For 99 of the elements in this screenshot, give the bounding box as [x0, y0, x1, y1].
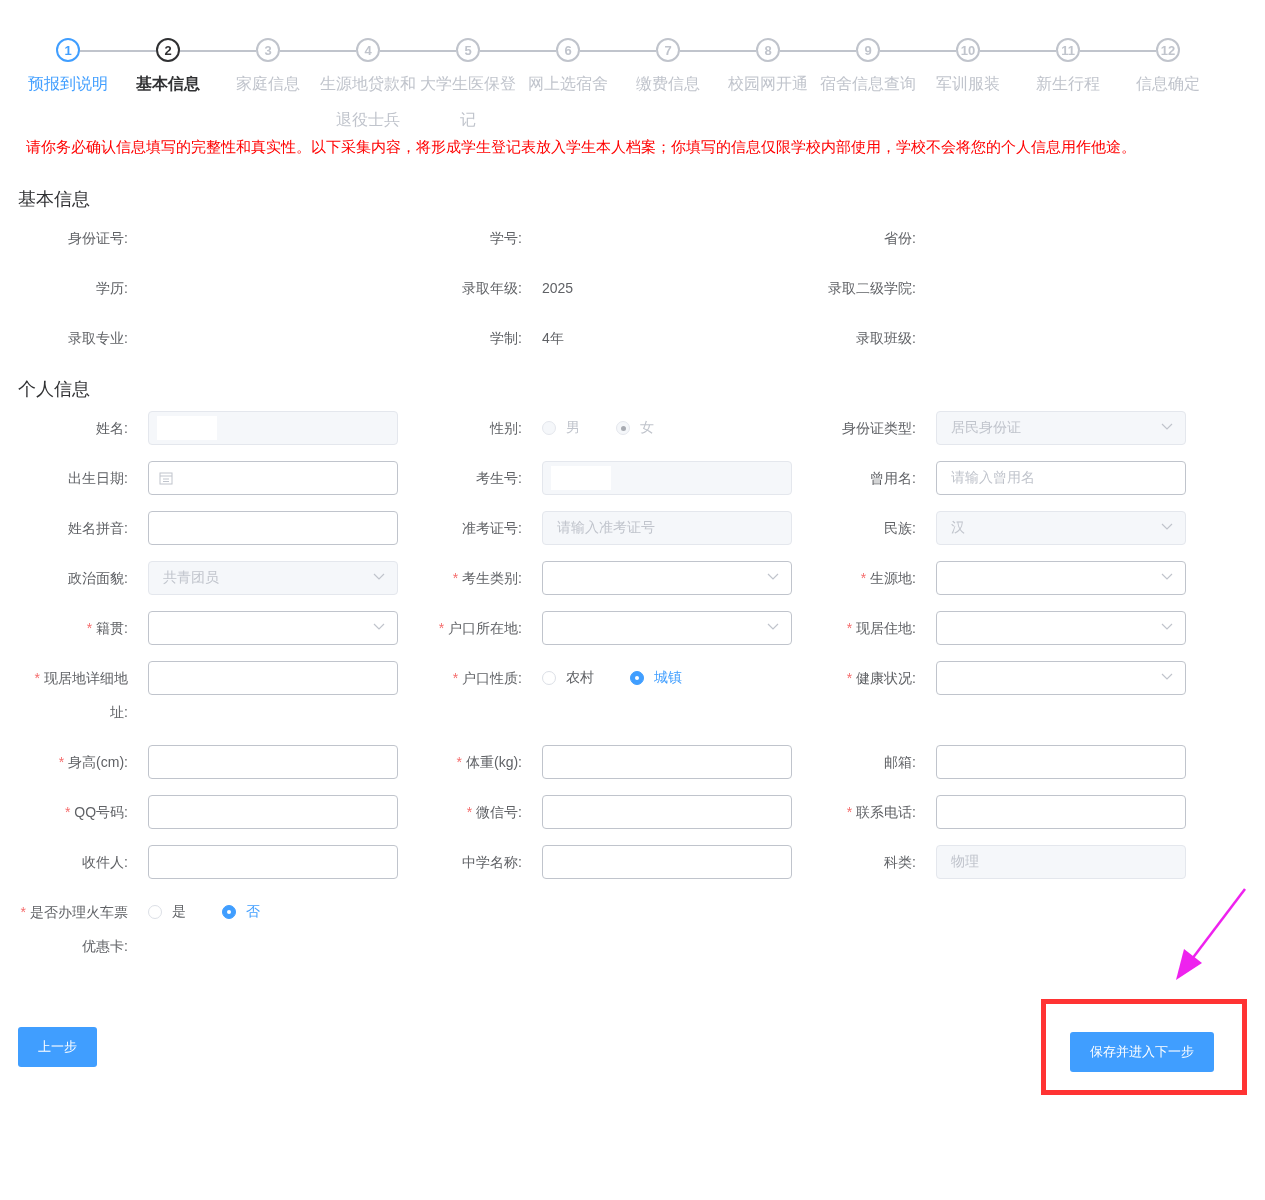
step-number: 1 — [56, 38, 80, 62]
input-field[interactable] — [542, 745, 792, 779]
field-label: 录取专业: — [67, 329, 129, 348]
field-label: 性别: — [488, 419, 523, 438]
input-field[interactable] — [936, 745, 1186, 779]
date-field[interactable] — [148, 461, 398, 495]
step-number: 4 — [356, 38, 380, 62]
field-label: 科类: — [883, 853, 917, 872]
input-field[interactable] — [542, 795, 792, 829]
step-label[interactable]: 缴费信息 — [618, 66, 718, 102]
field-label: 身份证类型: — [841, 419, 917, 438]
step-number: 7 — [656, 38, 680, 62]
step-label[interactable]: 信息确定 — [1118, 66, 1218, 102]
section-title: 基本信息 — [18, 188, 91, 211]
chevron-down-icon — [767, 623, 779, 631]
field-label: 身份证号: — [67, 229, 129, 248]
save-next-button[interactable]: 保存并进入下一步 — [1070, 1032, 1214, 1072]
step-label[interactable]: 新生行程 — [1018, 66, 1118, 102]
chevron-down-icon — [1161, 673, 1173, 681]
step-number: 11 — [1056, 38, 1080, 62]
field-label: 姓名: — [95, 419, 129, 438]
field-label: 考生号: — [475, 469, 523, 488]
chevron-down-icon — [373, 623, 385, 631]
field-label: * 身高(cm): — [57, 753, 129, 772]
field-label: 学制: — [489, 329, 523, 348]
step-label[interactable]: 家庭信息 — [218, 66, 318, 102]
radio-option[interactable]: 否 — [222, 903, 260, 921]
chevron-down-icon — [373, 573, 385, 581]
field-label: 政治面貌: — [67, 569, 129, 588]
select-field[interactable] — [542, 561, 792, 595]
input-field[interactable] — [542, 845, 792, 879]
input-field[interactable] — [148, 661, 398, 695]
step-number: 3 — [256, 38, 280, 62]
field-label: * 现居住地: — [845, 619, 917, 638]
step-number: 6 — [556, 38, 580, 62]
input-field[interactable] — [148, 511, 398, 545]
step-number: 2 — [156, 38, 180, 62]
step-label[interactable]: 预报到说明 — [18, 66, 118, 102]
field-label: 出生日期: — [67, 469, 129, 488]
chevron-down-icon — [767, 573, 779, 581]
field-label: 录取年级: — [461, 279, 523, 298]
select-field[interactable] — [936, 661, 1186, 695]
step-label[interactable]: 宿舍信息查询 — [818, 66, 918, 102]
chevron-down-icon — [1161, 623, 1173, 631]
field-label: * 现居地详细地址: — [33, 669, 129, 722]
field-label: 准考证号: — [461, 519, 523, 538]
field-label: * 户口所在地: — [437, 619, 523, 638]
field-label: * QQ号码: — [63, 803, 129, 822]
input-field[interactable] — [936, 795, 1186, 829]
field-value: 2025 — [542, 279, 574, 298]
chevron-down-icon — [1161, 523, 1173, 531]
step-number: 10 — [956, 38, 980, 62]
step-label[interactable]: 生源地贷款和退役士兵 — [318, 66, 418, 138]
field-label: * 联系电话: — [845, 803, 917, 822]
field-label: 姓名拼音: — [67, 519, 129, 538]
field-label: 学号: — [489, 229, 523, 248]
calendar-icon — [159, 471, 173, 485]
field-label: * 生源地: — [859, 569, 917, 588]
input-field[interactable] — [148, 745, 398, 779]
step-label[interactable]: 大学生医保登记 — [418, 66, 518, 138]
select-field[interactable] — [148, 611, 398, 645]
step-label[interactable]: 校园网开通 — [718, 66, 818, 102]
radio-option[interactable]: 城镇 — [630, 669, 682, 687]
field-label: 民族: — [883, 519, 917, 538]
input-field[interactable] — [148, 845, 398, 879]
field-label: * 籍贯: — [85, 619, 129, 638]
field-label: * 微信号: — [465, 803, 523, 822]
input-field[interactable]: 请输入曾用名 — [936, 461, 1186, 495]
step-label[interactable]: 军训服装 — [918, 66, 1018, 102]
field-label: * 是否办理火车票优惠卡: — [19, 903, 129, 956]
field-label: * 户口性质: — [451, 669, 523, 688]
step-number: 8 — [756, 38, 780, 62]
field-label: 收件人: — [81, 853, 129, 872]
field-label: 曾用名: — [869, 469, 917, 488]
field-label: 录取二级学院: — [827, 279, 917, 298]
field-label: 学历: — [95, 279, 129, 298]
step-number: 12 — [1156, 38, 1180, 62]
field-label: 中学名称: — [461, 853, 523, 872]
chevron-down-icon — [1161, 573, 1173, 581]
radio-option[interactable]: 农村 — [542, 669, 594, 687]
select-field[interactable] — [936, 611, 1186, 645]
field-label: * 考生类别: — [451, 569, 523, 588]
previous-button[interactable]: 上一步 — [18, 1027, 97, 1067]
field-label: * 体重(kg): — [455, 753, 523, 772]
section-title: 个人信息 — [18, 378, 91, 401]
field-label: 邮箱: — [883, 753, 917, 772]
chevron-down-icon — [1161, 423, 1173, 431]
step-number: 9 — [856, 38, 880, 62]
notice-text: 请你务必确认信息填写的完整性和真实性。以下采集内容，将形成学生登记表放入学生本人档案；你填写的信息仅限学校内部使用，学校不会将您的个人信息用作他途。 — [26, 138, 1137, 157]
field-label: 省份: — [883, 229, 917, 248]
input-field[interactable] — [148, 795, 398, 829]
field-label: * 健康状况: — [845, 669, 917, 688]
step-number: 5 — [456, 38, 480, 62]
field-label: 录取班级: — [855, 329, 917, 348]
field-value: 4年 — [542, 329, 564, 348]
select-field[interactable] — [936, 561, 1186, 595]
radio-option[interactable]: 是 — [148, 903, 186, 921]
select-field[interactable] — [542, 611, 792, 645]
step-label[interactable]: 基本信息 — [118, 66, 218, 102]
